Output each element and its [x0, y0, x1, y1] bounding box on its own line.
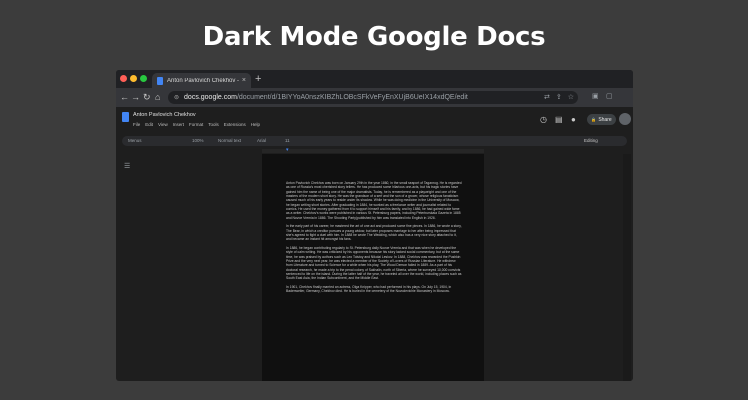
paragraph: In 1886, he began contributing regularly… [286, 246, 462, 281]
site-info-icon[interactable]: ⊜ [174, 94, 179, 101]
share-label: Share [598, 116, 612, 123]
style-select[interactable]: Normal text [218, 138, 241, 143]
font-select[interactable]: Arial [257, 138, 266, 143]
menu-insert[interactable]: Insert [173, 122, 184, 127]
docs-logo-icon[interactable] [122, 112, 129, 122]
editing-mode-select[interactable]: Editing [584, 138, 598, 143]
docs-header: Anton Pavlovich Chekhov File Edit View I… [116, 107, 633, 134]
meet-icon[interactable]: ● [571, 115, 576, 124]
url-host: docs.google.com [184, 94, 237, 101]
sidepanel-icon[interactable]: ▢ [606, 92, 613, 100]
zoom-select[interactable]: 100% [192, 138, 204, 143]
menu-extensions[interactable]: Extensions [224, 122, 246, 127]
url-input[interactable]: ⊜ docs.google.com /document/d/1BIYYoA0ns… [168, 91, 578, 104]
ruler-strip[interactable] [262, 149, 484, 153]
tab-close-icon[interactable]: × [242, 77, 246, 84]
share-button[interactable]: 🔒 Share [587, 114, 616, 125]
paragraph: In 1901, Chekhov finally married an actr… [286, 285, 452, 294]
docs-favicon-icon [157, 76, 163, 85]
address-bar: ← → ↻ ⌂ ⊜ docs.google.com /document/d/1B… [116, 88, 633, 107]
document-title[interactable]: Anton Pavlovich Chekhov [133, 112, 196, 118]
comments-icon[interactable]: ▤ [555, 115, 563, 124]
outline-icon[interactable]: ☰ [124, 162, 130, 170]
menus-search[interactable]: Menus [128, 138, 142, 143]
menu-file[interactable]: File [133, 122, 140, 127]
menu-edit[interactable]: Edit [145, 122, 153, 127]
new-tab-button[interactable]: + [255, 72, 261, 86]
menu-tools[interactable]: Tools [208, 122, 219, 127]
menu-format[interactable]: Format [189, 122, 203, 127]
menu-view[interactable]: View [158, 122, 168, 127]
lock-icon: 🔒 [591, 117, 597, 122]
browser-window: Anton Pavlovich Chekhov - Go × + ← → ↻ ⌂… [116, 70, 633, 381]
url-path: /document/d/1BIYYoA0nszKIBZhLOBcSFkVeFyE… [236, 94, 468, 101]
tab-title: Anton Pavlovich Chekhov - Go [167, 77, 239, 84]
extension-icon[interactable]: ▣ [592, 92, 599, 100]
menu-help[interactable]: Help [251, 122, 260, 127]
page-headline: Dark Mode Google Docs [202, 22, 546, 52]
formatting-toolbar: Menus 100% Normal text Arial 11 Editing [122, 136, 627, 146]
font-size-input[interactable]: 11 [285, 138, 290, 143]
history-icon[interactable]: ◷ [540, 115, 547, 124]
reload-icon[interactable]: ↻ [143, 91, 151, 103]
paragraph: In the early part of his career, he mast… [286, 224, 462, 242]
browser-tab[interactable]: Anton Pavlovich Chekhov - Go × [152, 73, 251, 88]
omnibox-actions: ⇄ ⇪ ☆ [544, 93, 574, 101]
tab-strip: Anton Pavlovich Chekhov - Go × + [116, 70, 633, 88]
forward-icon[interactable]: → [131, 91, 140, 103]
translate-icon[interactable]: ⇄ [544, 93, 550, 101]
minimize-window-button[interactable] [130, 75, 137, 82]
indent-marker-icon[interactable]: ▾ [286, 148, 289, 153]
back-icon[interactable]: ← [120, 91, 129, 103]
bookmark-star-icon[interactable]: ☆ [568, 93, 574, 101]
scrollbar[interactable] [623, 154, 631, 381]
avatar[interactable] [619, 113, 631, 125]
paragraph: Anton Pavlovich Chekhov was born on Janu… [286, 181, 462, 220]
close-window-button[interactable] [120, 75, 127, 82]
maximize-window-button[interactable] [140, 75, 147, 82]
share-page-icon[interactable]: ⇪ [556, 93, 562, 101]
menu-bar: File Edit View Insert Format Tools Exten… [133, 122, 260, 127]
home-icon[interactable]: ⌂ [155, 91, 160, 103]
document-page[interactable]: Anton Pavlovich Chekhov was born on Janu… [262, 154, 484, 381]
